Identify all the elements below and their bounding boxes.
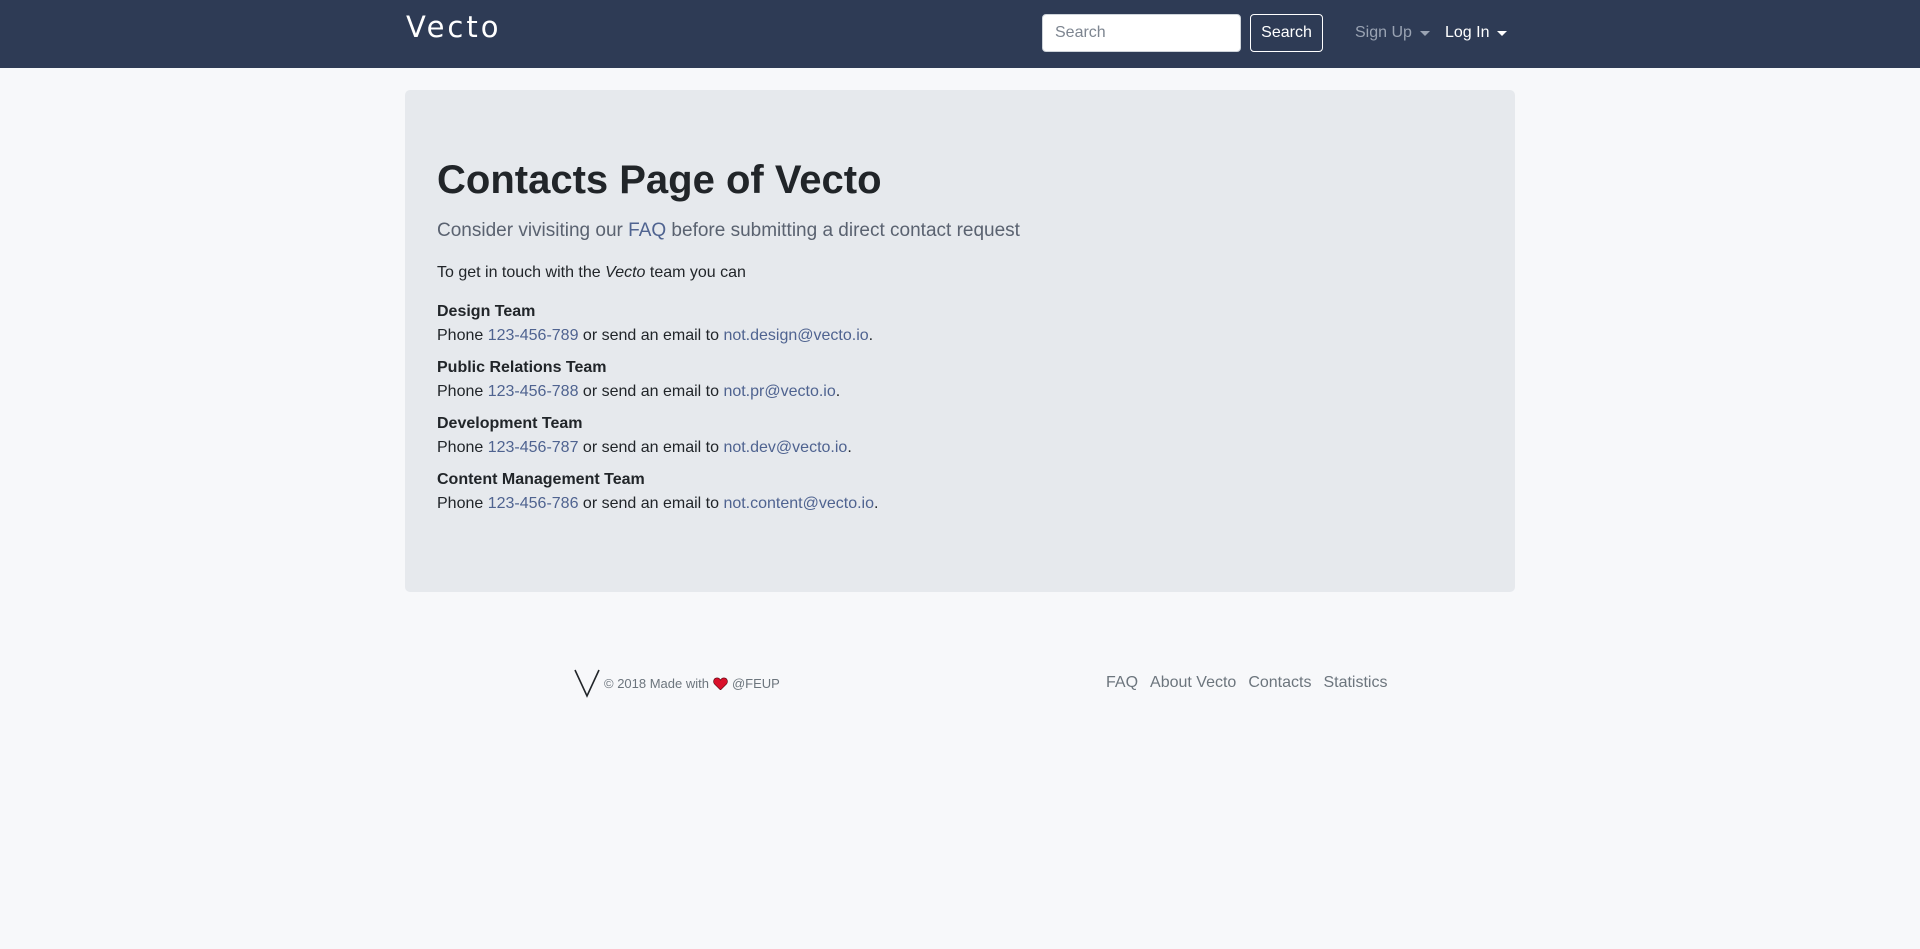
phone-link[interactable]: 123-456-788 bbox=[488, 383, 579, 400]
vecto-v-logo-icon bbox=[574, 669, 600, 698]
team-contact: Content Management Team Phone 123-456-78… bbox=[437, 468, 1483, 516]
heart-icon bbox=[713, 677, 728, 690]
email-link[interactable]: not.design@vecto.io bbox=[723, 327, 868, 344]
footer-copyright: © 2018 Made with @FEUP bbox=[574, 668, 780, 698]
footer-link-faq[interactable]: FAQ bbox=[1106, 674, 1138, 692]
chevron-down-icon bbox=[1419, 30, 1430, 36]
lead-prefix: Consider vivisiting our bbox=[437, 220, 629, 241]
navbar: Vecto Search Sign Up Log In bbox=[0, 0, 1920, 68]
copyright-prefix: © 2018 Made with bbox=[604, 675, 709, 691]
copyright-suffix: @FEUP bbox=[731, 675, 780, 691]
team-name: Public Relations Team bbox=[437, 359, 607, 376]
email-connector: or send an email to bbox=[578, 495, 724, 512]
search-button[interactable]: Search bbox=[1250, 14, 1323, 52]
login-dropdown[interactable]: Log In bbox=[1445, 24, 1508, 42]
search-input[interactable] bbox=[1042, 14, 1241, 52]
chevron-down-icon bbox=[1497, 30, 1508, 36]
footer-link-statistics[interactable]: Statistics bbox=[1323, 674, 1387, 692]
period: . bbox=[868, 327, 874, 344]
signup-dropdown[interactable]: Sign Up bbox=[1355, 24, 1430, 42]
faq-link[interactable]: FAQ bbox=[628, 220, 666, 241]
phone-label: Phone bbox=[437, 495, 488, 512]
email-link[interactable]: not.pr@vecto.io bbox=[723, 383, 835, 400]
team-name: Content Management Team bbox=[437, 471, 645, 488]
period: . bbox=[874, 495, 879, 512]
phone-link[interactable]: 123-456-787 bbox=[488, 439, 579, 456]
period: . bbox=[847, 439, 852, 456]
footer-link-contacts[interactable]: Contacts bbox=[1248, 674, 1311, 692]
phone-label: Phone bbox=[437, 439, 488, 456]
intro-brand: Vecto bbox=[605, 264, 646, 281]
lead-suffix: before submitting a direct contact reque… bbox=[666, 220, 1020, 241]
contacts-panel: Contacts Page of Vecto Consider vivisiti… bbox=[405, 90, 1515, 592]
email-connector: or send an email to bbox=[578, 383, 724, 400]
footer-link-about[interactable]: About Vecto bbox=[1150, 674, 1236, 692]
page-title: Contacts Page of Vecto bbox=[437, 158, 882, 202]
team-contact: Public Relations Team Phone 123-456-788 … bbox=[437, 356, 1483, 404]
team-name: Design Team bbox=[437, 303, 536, 320]
phone-link[interactable]: 123-456-786 bbox=[488, 495, 579, 512]
intro-text: To get in touch with the Vecto team you … bbox=[437, 262, 1483, 284]
team-contact: Design Team Phone 123-456-789 or send an… bbox=[437, 300, 1483, 348]
email-link[interactable]: not.content@vecto.io bbox=[723, 495, 874, 512]
phone-link[interactable]: 123-456-789 bbox=[488, 327, 579, 344]
intro-prefix: To get in touch with the bbox=[437, 264, 606, 281]
period: . bbox=[835, 383, 841, 400]
team-name: Development Team bbox=[437, 415, 583, 432]
footer-links: FAQ About Vecto Contacts Statistics bbox=[1106, 674, 1399, 692]
email-connector: or send an email to bbox=[578, 327, 724, 344]
team-contact: Development Team Phone 123-456-787 or se… bbox=[437, 412, 1483, 460]
email-connector: or send an email to bbox=[578, 439, 724, 456]
lead-text: Consider vivisiting our FAQ before submi… bbox=[437, 218, 1483, 244]
signup-label: Sign Up bbox=[1355, 24, 1412, 41]
phone-label: Phone bbox=[437, 327, 488, 344]
login-label: Log In bbox=[1445, 24, 1490, 41]
brand-logo[interactable]: Vecto bbox=[406, 10, 502, 44]
email-link[interactable]: not.dev@vecto.io bbox=[723, 439, 847, 456]
phone-label: Phone bbox=[437, 383, 488, 400]
intro-suffix: team you can bbox=[645, 264, 746, 281]
